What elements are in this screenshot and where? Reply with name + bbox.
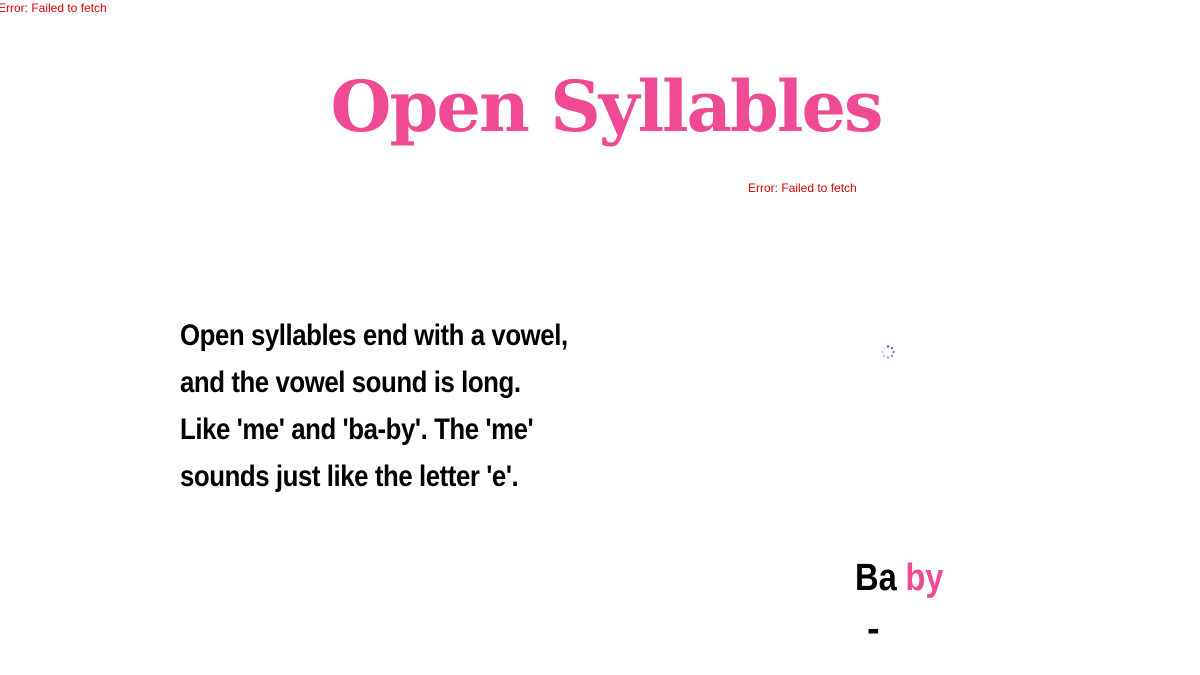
syllable-second: by [905,557,944,599]
error-message-top: Error: Failed to fetch [0,1,107,15]
explanation-line: Open syllables end with a vowel, [180,319,568,352]
explanation-line: Like 'me' and 'ba-by'. The 'me' [180,413,534,446]
syllable-first: Ba [855,557,897,599]
page-title: Open Syllables [330,65,884,148]
error-message-middle: Error: Failed to fetch [748,181,857,195]
loading-spinner-icon [881,345,895,359]
syllable-hyphen: - [867,608,880,650]
example-word: Ba by [855,555,944,601]
explanation-text: Open syllables end with a vowel, and the… [180,312,627,500]
explanation-line: sounds just like the letter 'e'. [180,460,519,493]
explanation-line: and the vowel sound is long. [180,366,521,399]
